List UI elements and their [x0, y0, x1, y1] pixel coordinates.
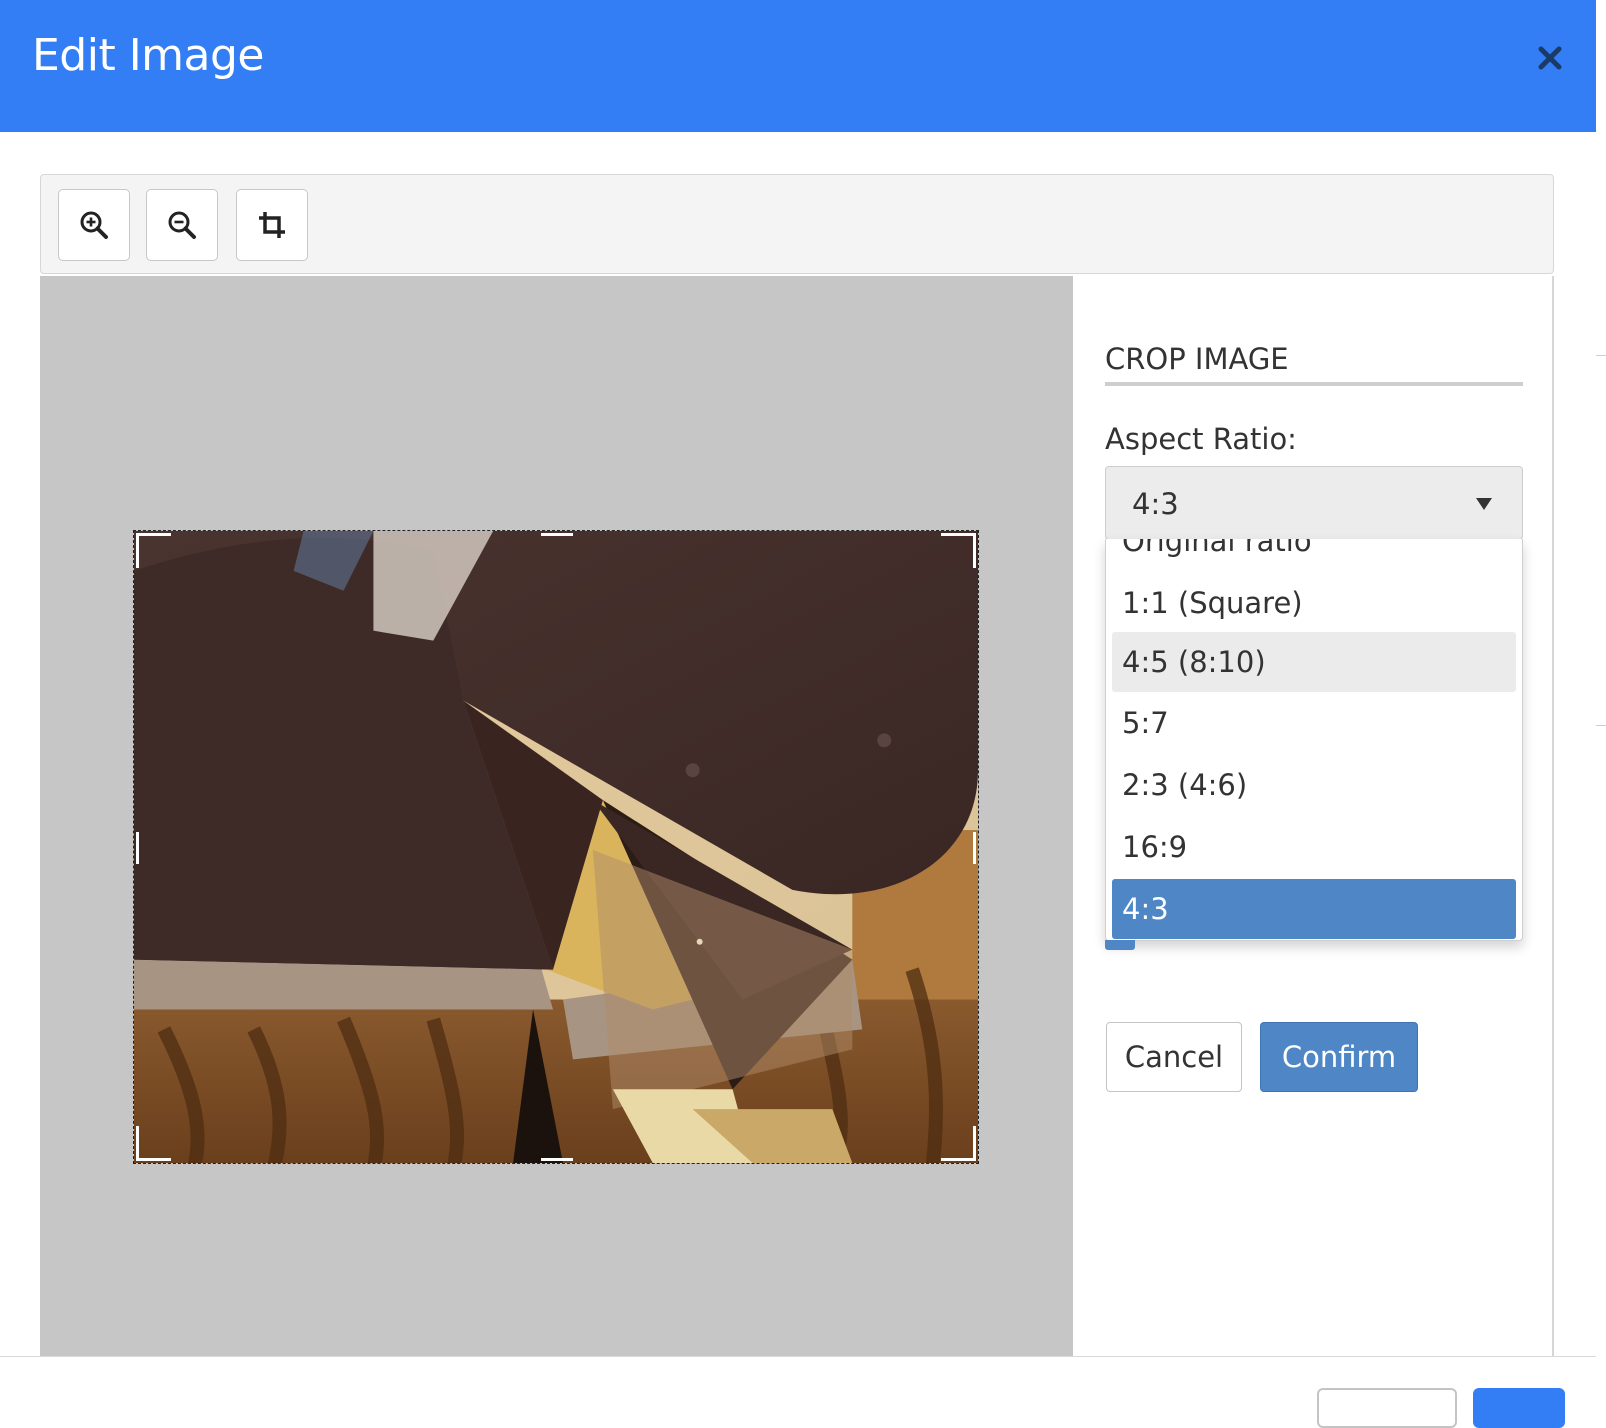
footer-divider	[0, 1356, 1596, 1357]
option-5-7[interactable]: 5:7	[1112, 693, 1516, 753]
aspect-ratio-label: Aspect Ratio:	[1105, 422, 1297, 456]
zoom-in-button[interactable]	[58, 189, 130, 261]
modal-header: Edit Image	[0, 0, 1596, 132]
cake-photo	[134, 531, 978, 1163]
option-4-3[interactable]: 4:3	[1112, 879, 1516, 939]
hidden-control-edge	[1105, 940, 1135, 950]
crop-handle-bottom-right[interactable]	[941, 1126, 976, 1161]
aspect-ratio-select[interactable]: 4:3	[1105, 466, 1523, 540]
modal-title: Edit Image	[32, 30, 265, 81]
zoom-out-button[interactable]	[146, 189, 218, 261]
section-title: CROP IMAGE	[1105, 342, 1523, 386]
crop-settings-panel: CROP IMAGE Aspect Ratio: 4:3 Original ra…	[1073, 276, 1554, 1356]
crop-button[interactable]	[236, 189, 308, 261]
image-canvas	[40, 276, 1073, 1356]
close-icon	[1538, 46, 1562, 70]
option-2-3[interactable]: 2:3 (4:6)	[1112, 755, 1516, 815]
zoom-out-icon	[168, 211, 196, 239]
aspect-ratio-selected-value: 4:3	[1132, 487, 1179, 521]
crop-icon	[259, 212, 285, 238]
option-4-5[interactable]: 4:5 (8:10)	[1112, 632, 1516, 692]
aspect-ratio-dropdown[interactable]: Original ratio 1:1 (Square) 4:5 (8:10) 5…	[1105, 539, 1523, 941]
crop-handle-bottom-left[interactable]	[136, 1126, 171, 1161]
option-square[interactable]: 1:1 (Square)	[1112, 573, 1516, 633]
footer-primary-button[interactable]	[1473, 1388, 1565, 1428]
background-edge	[1596, 0, 1606, 1410]
crop-handle-top[interactable]	[541, 533, 573, 536]
crop-box[interactable]	[133, 530, 979, 1164]
option-original-ratio[interactable]: Original ratio	[1112, 539, 1516, 571]
close-button[interactable]	[1530, 38, 1570, 78]
crop-handle-top-left[interactable]	[136, 533, 171, 568]
caret-down-icon	[1476, 498, 1492, 510]
crop-handle-right[interactable]	[973, 832, 976, 864]
crop-handle-top-right[interactable]	[941, 533, 976, 568]
confirm-button[interactable]: Confirm	[1260, 1022, 1418, 1092]
footer-secondary-button[interactable]	[1317, 1388, 1457, 1428]
zoom-in-icon	[80, 211, 108, 239]
crop-handle-left[interactable]	[136, 832, 139, 864]
option-16-9[interactable]: 16:9	[1112, 817, 1516, 877]
cancel-button[interactable]: Cancel	[1106, 1022, 1242, 1092]
image-toolbar	[40, 174, 1554, 274]
crop-handle-bottom[interactable]	[541, 1158, 573, 1161]
